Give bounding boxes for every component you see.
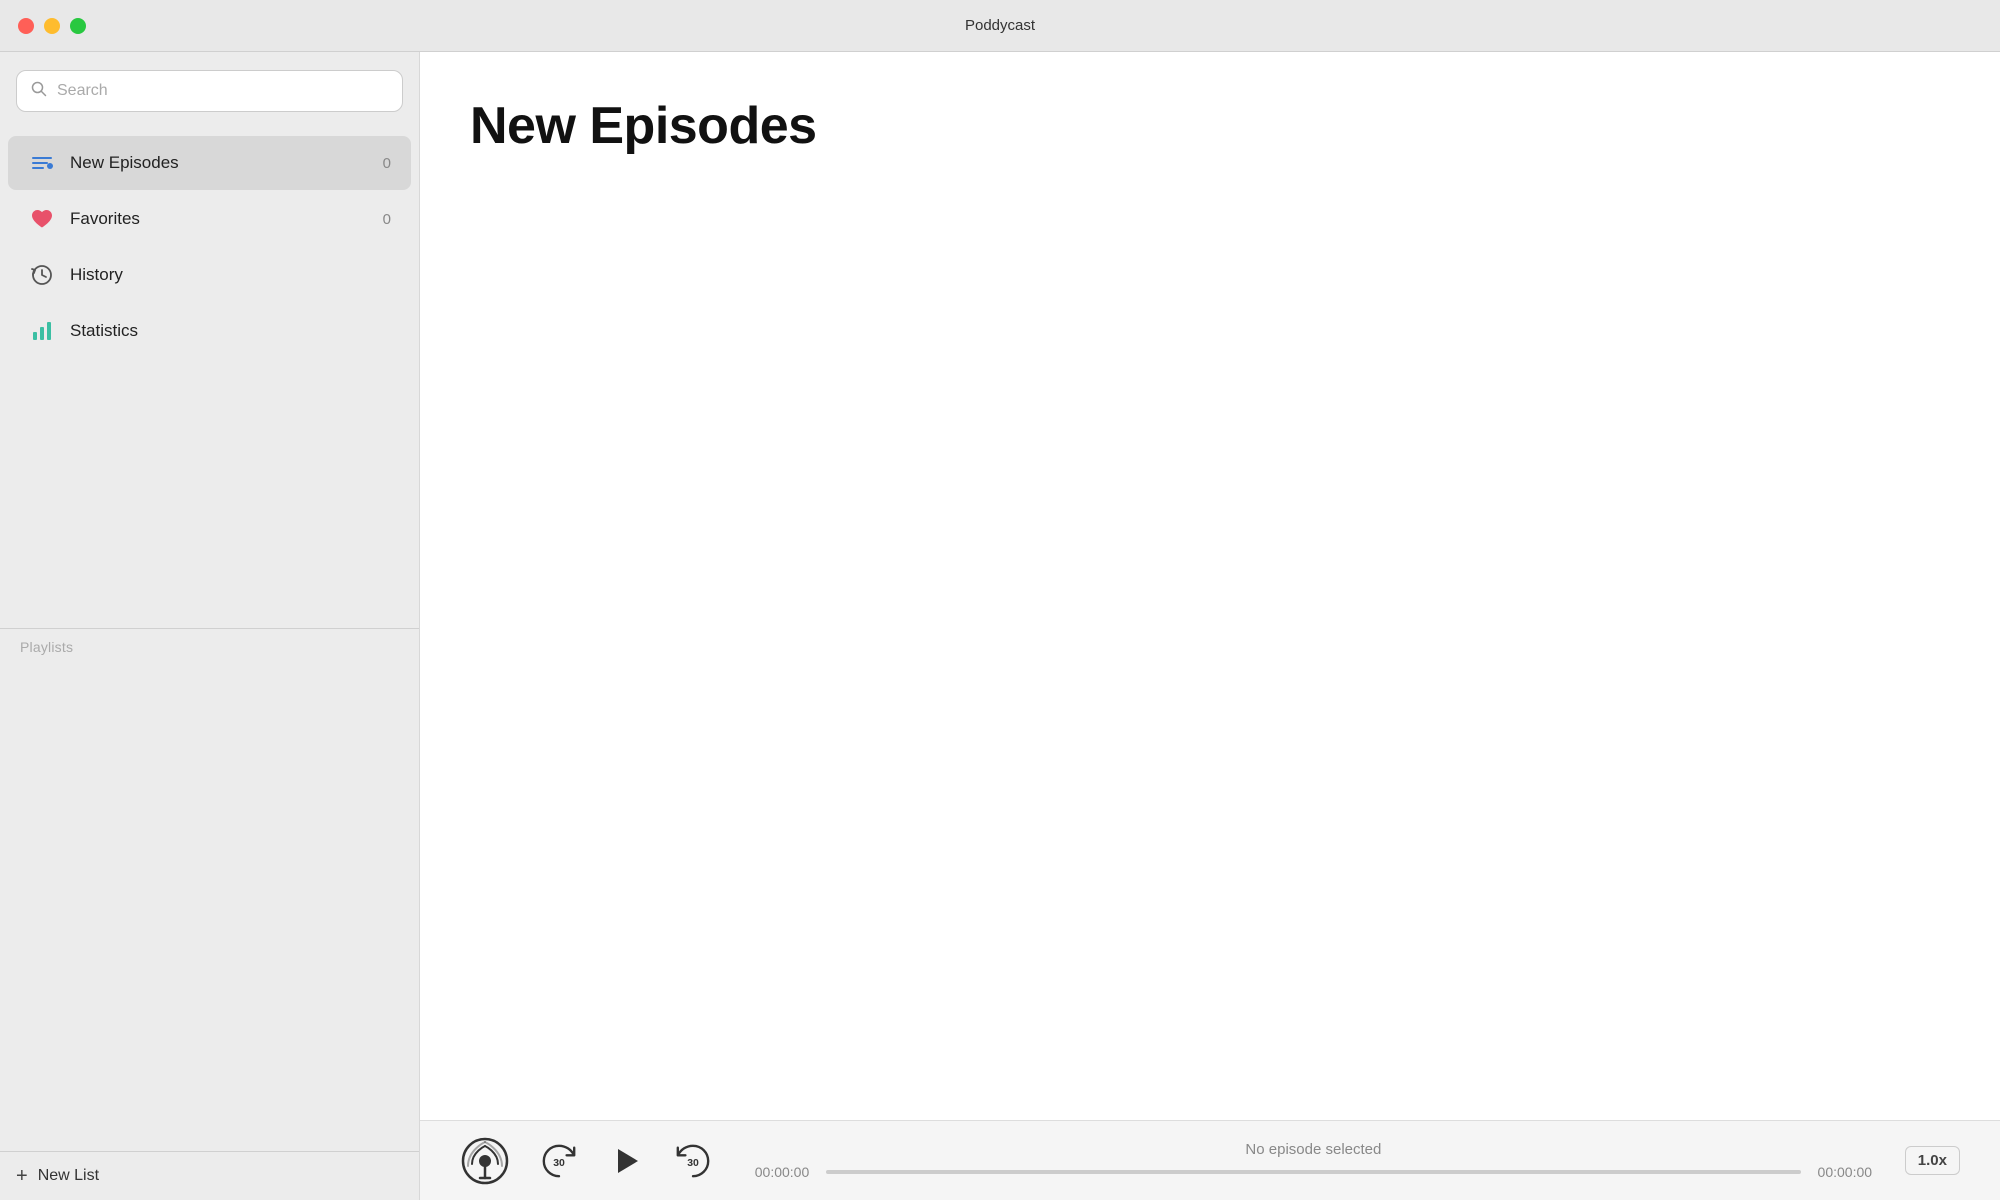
sidebar-item-favorites[interactable]: Favorites 0	[8, 192, 411, 246]
sidebar-item-history-label: History	[70, 265, 391, 285]
svg-text:30: 30	[687, 1157, 699, 1168]
sidebar-item-favorites-badge: 0	[383, 211, 391, 228]
sidebar-item-favorites-label: Favorites	[70, 209, 383, 229]
time-end: 00:00:00	[1815, 1164, 1875, 1180]
search-container	[0, 52, 419, 130]
sidebar-item-new-episodes-badge: 0	[383, 155, 391, 172]
playlists-section: Playlists	[0, 628, 419, 665]
progress-row: 00:00:00 00:00:00	[752, 1164, 1875, 1180]
history-icon	[28, 264, 56, 286]
player-controls: 30 30	[460, 1136, 712, 1186]
nav-items: New Episodes 0 Favorites 0	[0, 130, 419, 624]
content-area: New Episodes	[420, 52, 2000, 1200]
player-progress: No episode selected 00:00:00 00:00:00	[752, 1141, 1875, 1180]
heart-icon	[28, 209, 56, 229]
maximize-button[interactable]	[70, 18, 86, 34]
new-list-button[interactable]: + New List	[0, 1151, 419, 1200]
close-button[interactable]	[18, 18, 34, 34]
sidebar-item-new-episodes[interactable]: New Episodes 0	[8, 136, 411, 190]
page-title: New Episodes	[470, 96, 1950, 156]
sidebar-item-statistics[interactable]: Statistics	[8, 304, 411, 358]
minimize-button[interactable]	[44, 18, 60, 34]
content-main: New Episodes	[420, 52, 2000, 1120]
player-bar: 30 30	[420, 1120, 2000, 1200]
titlebar: Poddycast	[0, 0, 2000, 52]
podcast-button[interactable]	[460, 1136, 510, 1186]
sidebar-item-statistics-label: Statistics	[70, 321, 391, 341]
speed-button[interactable]: 1.0x	[1905, 1146, 1960, 1175]
sidebar-spacer	[0, 665, 419, 1151]
search-box[interactable]	[16, 70, 403, 112]
play-button[interactable]	[608, 1143, 644, 1179]
search-icon	[31, 81, 47, 102]
plus-icon: +	[16, 1166, 28, 1186]
forward-button[interactable]: 30	[674, 1142, 712, 1180]
progress-bar[interactable]	[826, 1170, 1801, 1174]
app-body: New Episodes 0 Favorites 0	[0, 52, 2000, 1200]
sidebar-item-history[interactable]: History	[8, 248, 411, 302]
search-input[interactable]	[57, 82, 388, 100]
sidebar: New Episodes 0 Favorites 0	[0, 52, 420, 1200]
app-title: Poddycast	[965, 17, 1035, 34]
window-controls	[18, 18, 86, 34]
time-start: 00:00:00	[752, 1164, 812, 1180]
sidebar-item-new-episodes-label: New Episodes	[70, 153, 383, 173]
episode-info: No episode selected	[1245, 1141, 1381, 1158]
svg-text:30: 30	[553, 1157, 565, 1168]
new-episodes-icon	[28, 152, 56, 174]
rewind-button[interactable]: 30	[540, 1142, 578, 1180]
playlists-label: Playlists	[20, 639, 73, 655]
statistics-icon	[28, 320, 56, 342]
new-list-label: New List	[38, 1167, 99, 1185]
